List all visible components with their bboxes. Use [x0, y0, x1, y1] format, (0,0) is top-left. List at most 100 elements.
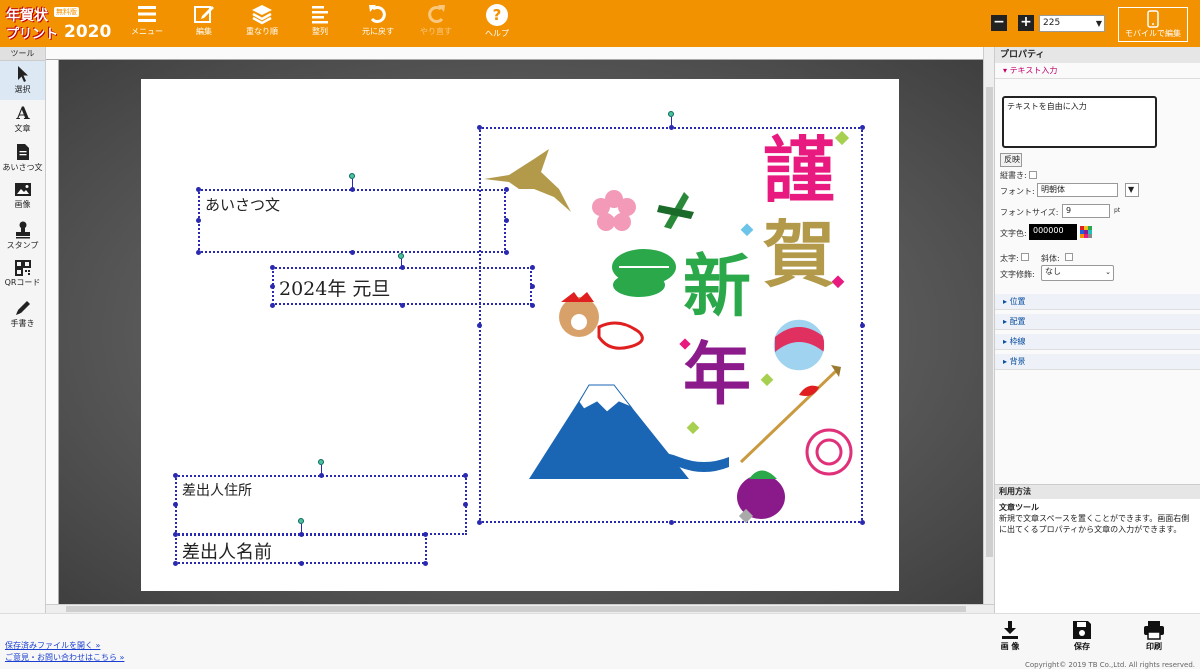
resize-handle[interactable] — [270, 303, 275, 308]
apply-button[interactable]: 反映 — [1000, 153, 1022, 167]
ruler-vertical — [46, 60, 59, 604]
text-color-label: 文字色: — [1000, 229, 1027, 238]
resize-handle[interactable] — [173, 532, 178, 537]
resize-handle[interactable] — [350, 250, 355, 255]
font-value: 明朝体 — [1041, 185, 1065, 194]
resize-handle[interactable] — [319, 473, 324, 478]
tool-image[interactable]: 画像 — [0, 178, 45, 217]
layers-label: 重なり順 — [246, 27, 278, 36]
print-label: 印刷 — [1146, 642, 1162, 651]
resize-handle[interactable] — [463, 502, 468, 507]
font-dropdown-button[interactable]: ▼ — [1125, 183, 1139, 197]
tool-label: 画像 — [14, 200, 31, 209]
resize-handle[interactable] — [196, 187, 201, 192]
resize-handle[interactable] — [423, 532, 428, 537]
redo-button[interactable]: やり直す — [406, 3, 466, 45]
edit-label: 編集 — [196, 27, 212, 36]
text-input-section[interactable]: ▾ テキスト入力 — [995, 63, 1200, 79]
resize-handle[interactable] — [400, 303, 405, 308]
menu-icon — [138, 6, 156, 22]
resize-handle[interactable] — [423, 561, 428, 566]
edit-icon — [194, 6, 214, 23]
tool-text[interactable]: A 文章 — [0, 100, 45, 139]
text-icon: A — [15, 104, 30, 122]
usage-panel: 利用方法 文章ツール 新規で文章スペースを置くことができます。画面右側に出てくる… — [994, 484, 1200, 613]
tool-stamp[interactable]: スタンプ — [0, 217, 45, 256]
rotate-handle[interactable] — [668, 111, 674, 117]
resize-handle[interactable] — [299, 532, 304, 537]
font-size-input[interactable]: 9 — [1062, 204, 1110, 218]
sender-address-textbox[interactable]: 差出人住所 — [175, 475, 467, 535]
help-button[interactable]: ? ヘルプ — [467, 3, 527, 45]
tool-qr[interactable]: QRコード — [0, 256, 45, 295]
date-text: 2024年 元旦 — [279, 278, 391, 300]
section-arrangement[interactable]: ▸ 配置 — [995, 314, 1200, 330]
rotate-handle[interactable] — [298, 518, 304, 524]
resize-handle[interactable] — [270, 265, 275, 270]
copyright-text: Copyright© 2019 TB Co.,Ltd. All rights r… — [1025, 661, 1196, 669]
resize-handle[interactable] — [270, 284, 275, 289]
horizontal-scrollbar[interactable] — [46, 604, 994, 613]
postcard-canvas[interactable]: あいさつ文 2024年 元旦 謹 賀 新 年 差出人住所 差出人名前 — [141, 79, 899, 591]
resize-handle[interactable] — [196, 250, 201, 255]
tool-greeting[interactable]: あいさつ文 — [0, 139, 45, 178]
edit-button[interactable]: 編集 — [174, 3, 234, 45]
section-border[interactable]: ▸ 枠線 — [995, 334, 1200, 350]
menu-button[interactable]: メニュー — [117, 3, 177, 45]
logo-year: 2020 — [64, 22, 112, 42]
align-button[interactable]: 整列 — [290, 3, 350, 45]
resize-handle[interactable] — [173, 502, 178, 507]
resize-handle[interactable] — [400, 265, 405, 270]
rotate-handle[interactable] — [398, 253, 404, 259]
font-select[interactable]: 明朝体 — [1037, 183, 1118, 197]
undo-button[interactable]: 元に戻す — [348, 3, 408, 45]
resize-handle[interactable] — [350, 187, 355, 192]
menu-label: メニュー — [131, 27, 163, 36]
resize-handle[interactable] — [173, 561, 178, 566]
contact-link[interactable]: ご意見・お問い合わせはこちら » — [5, 652, 124, 663]
zoom-out-button[interactable]: − — [991, 15, 1007, 31]
footer: 保存済みファイルを開く » ご意見・お問い合わせはこちら » 画 像 保存 印刷… — [0, 613, 1200, 669]
bold-checkbox[interactable] — [1021, 253, 1029, 261]
zoom-in-button[interactable]: + — [1018, 15, 1034, 31]
decoration-select[interactable]: なし ⌄ — [1041, 265, 1114, 281]
pine-icon — [612, 249, 676, 297]
vertical-scrollbar[interactable] — [983, 47, 994, 604]
section-label: 配置 — [1009, 317, 1026, 326]
resize-handle[interactable] — [299, 561, 304, 566]
download-icon — [1002, 621, 1018, 639]
text-color-input[interactable]: 000000 — [1029, 224, 1077, 240]
save-button[interactable]: 保存 — [1062, 620, 1102, 652]
scroll-thumb[interactable] — [66, 606, 966, 612]
tool-label: 文章 — [14, 124, 31, 133]
rooster-daruma-icon — [559, 292, 644, 350]
text-input-area[interactable]: テキストを自由に入力 — [1002, 96, 1157, 148]
color-palette-icon[interactable] — [1080, 226, 1092, 238]
save-image-button[interactable]: 画 像 — [990, 620, 1030, 652]
sender-name-textbox[interactable]: 差出人名前 — [175, 534, 427, 564]
open-saved-file-link[interactable]: 保存済みファイルを開く » — [5, 640, 100, 651]
zoom-select[interactable]: 225 ▼ — [1039, 15, 1105, 32]
ruler-horizontal — [46, 47, 983, 60]
print-button[interactable]: 印刷 — [1134, 620, 1174, 652]
greeting-textbox[interactable]: あいさつ文 — [198, 189, 506, 253]
app-logo: 年賀状 無料版 プリント 2020 — [4, 5, 112, 42]
redo-icon — [428, 5, 445, 23]
tool-handwriting[interactable]: 手書き — [0, 295, 45, 334]
rotate-handle[interactable] — [318, 459, 324, 465]
help-label: ヘルプ — [485, 29, 509, 38]
vertical-checkbox[interactable] — [1029, 171, 1037, 179]
resize-handle[interactable] — [173, 473, 178, 478]
resize-handle[interactable] — [196, 218, 201, 223]
tool-select[interactable]: 選択 — [0, 61, 45, 100]
italic-checkbox[interactable] — [1065, 253, 1073, 261]
phone-icon — [1147, 10, 1159, 28]
resize-handle[interactable] — [463, 473, 468, 478]
mobile-edit-button[interactable]: モバイルで編集 — [1118, 7, 1188, 42]
layer-order-button[interactable]: 重なり順 — [232, 3, 292, 45]
section-background[interactable]: ▸ 背景 — [995, 354, 1200, 370]
rotate-handle[interactable] — [349, 173, 355, 179]
section-position[interactable]: ▸ 位置 — [995, 294, 1200, 310]
scroll-thumb[interactable] — [986, 87, 993, 557]
undo-icon — [369, 5, 386, 23]
